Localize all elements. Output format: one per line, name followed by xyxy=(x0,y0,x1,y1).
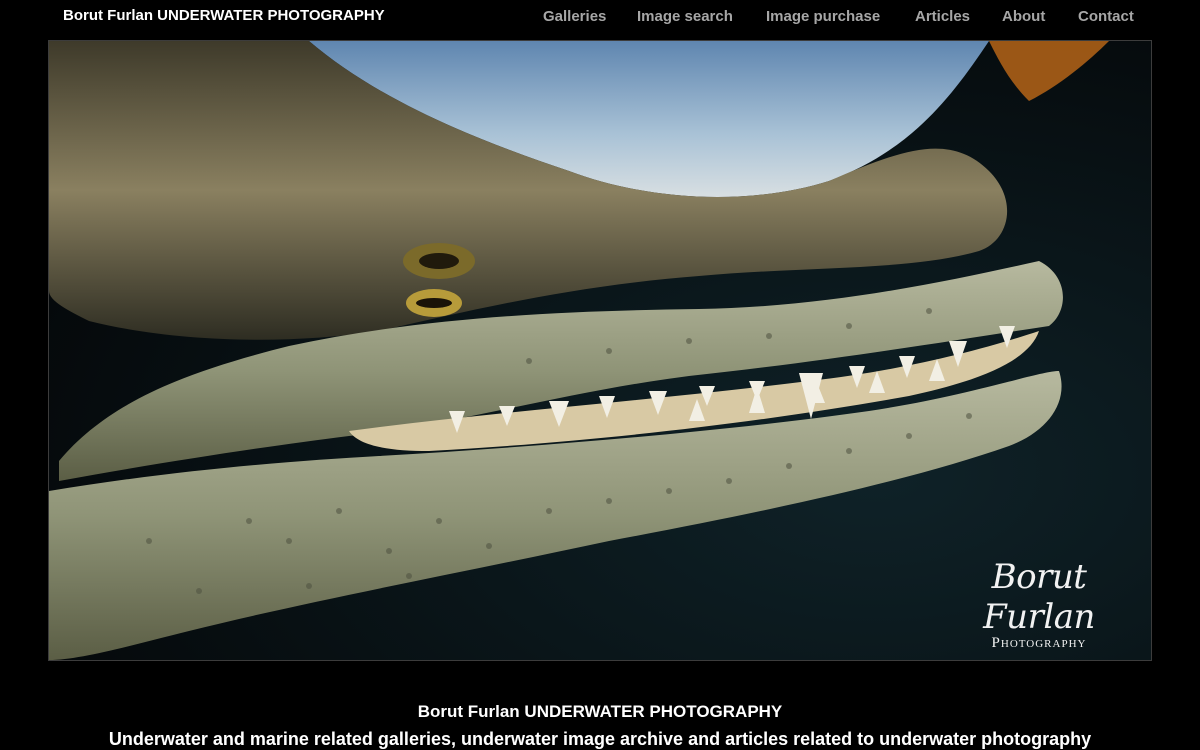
watermark-signature: Borut Furlan xyxy=(983,557,1095,637)
nav-contact[interactable]: Contact xyxy=(1078,8,1134,25)
photographer-watermark: Borut Furlan Photography xyxy=(939,557,1139,652)
top-bar: Borut Furlan UNDERWATER PHOTOGRAPHY Gall… xyxy=(0,0,1200,36)
footer-title: Borut Furlan UNDERWATER PHOTOGRAPHY xyxy=(417,702,783,721)
watermark-subtitle: Photography xyxy=(991,635,1087,651)
nav-image-search[interactable]: Image search xyxy=(637,8,733,25)
nav-articles[interactable]: Articles xyxy=(915,8,970,25)
hero-image[interactable]: Borut Furlan Photography xyxy=(48,40,1152,661)
nav-about[interactable]: About xyxy=(1002,8,1045,25)
main-nav: Galleries Image search Image purchase Ar… xyxy=(0,8,1200,30)
nav-image-purchase[interactable]: Image purchase xyxy=(766,8,880,25)
nav-galleries[interactable]: Galleries xyxy=(543,8,606,25)
